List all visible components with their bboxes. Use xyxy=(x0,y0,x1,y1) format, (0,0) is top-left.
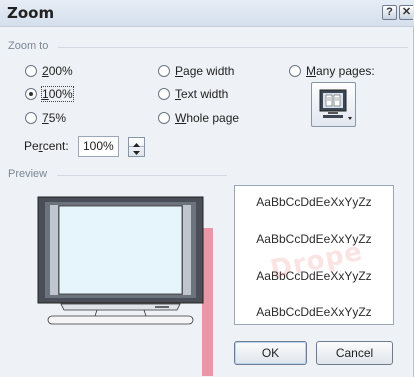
sample-text-1: AaBbCcDdEeXxYyZz xyxy=(256,195,372,209)
radio-many-pages-circle[interactable] xyxy=(289,65,301,77)
ok-button[interactable]: OK xyxy=(234,341,307,365)
radio-200-circle[interactable] xyxy=(25,65,37,77)
radio-page-width-circle[interactable] xyxy=(158,65,170,77)
radio-whole-page[interactable]: Whole page xyxy=(158,111,239,125)
preview-divider xyxy=(57,175,227,176)
percent-input[interactable]: 100% xyxy=(78,136,119,157)
spin-up-button[interactable] xyxy=(129,138,144,147)
help-button[interactable]: ? xyxy=(382,5,397,20)
radio-200-label: 200% xyxy=(42,64,73,78)
zoom-dialog: Zoom ? ✕ Zoom to 200% 100% 75% Page widt… xyxy=(0,0,414,377)
close-button[interactable]: ✕ xyxy=(399,5,413,20)
spin-down-button[interactable] xyxy=(129,147,144,156)
radio-whole-page-circle[interactable] xyxy=(158,112,170,124)
percent-spinner[interactable] xyxy=(128,137,145,157)
close-icon: ✕ xyxy=(401,6,412,18)
radio-75-percent[interactable]: 75% xyxy=(25,111,66,125)
radio-many-pages-label: Many pages: xyxy=(306,64,375,78)
zoom-to-divider xyxy=(58,47,408,48)
preview-label: Preview xyxy=(8,168,48,180)
sample-text-4: AaBbCcDdEeXxYyZz xyxy=(256,305,372,319)
radio-75-label: 75% xyxy=(42,111,67,125)
radio-text-width-circle[interactable] xyxy=(158,88,170,100)
zoom-to-label: Zoom to xyxy=(8,40,49,52)
radio-100-label: 100% xyxy=(41,86,74,102)
radio-whole-page-label: Whole page xyxy=(175,111,240,125)
many-pages-button[interactable] xyxy=(311,82,356,127)
radio-page-width-label: Page width xyxy=(175,64,235,78)
percent-label: Percent: xyxy=(24,139,69,153)
title-bar: Zoom ? ✕ xyxy=(0,0,414,27)
radio-100-percent[interactable]: 100% xyxy=(25,86,74,102)
dialog-title: Zoom xyxy=(7,4,55,22)
chevron-down-icon xyxy=(133,151,140,155)
radio-100-circle[interactable] xyxy=(25,88,37,100)
monitor-preview-icon xyxy=(37,196,204,325)
radio-many-pages[interactable]: Many pages: xyxy=(289,64,375,78)
radio-75-circle[interactable] xyxy=(25,112,37,124)
cancel-button[interactable]: Cancel xyxy=(316,341,393,365)
radio-text-width[interactable]: Text width xyxy=(158,87,228,101)
radio-page-width[interactable]: Page width xyxy=(158,64,234,78)
radio-200-percent[interactable]: 200% xyxy=(25,64,73,78)
help-icon: ? xyxy=(386,6,393,18)
radio-text-width-label: Text width xyxy=(175,87,229,101)
sample-text-2: AaBbCcDdEeXxYyZz xyxy=(256,232,372,246)
monitor-pages-icon xyxy=(319,89,352,120)
